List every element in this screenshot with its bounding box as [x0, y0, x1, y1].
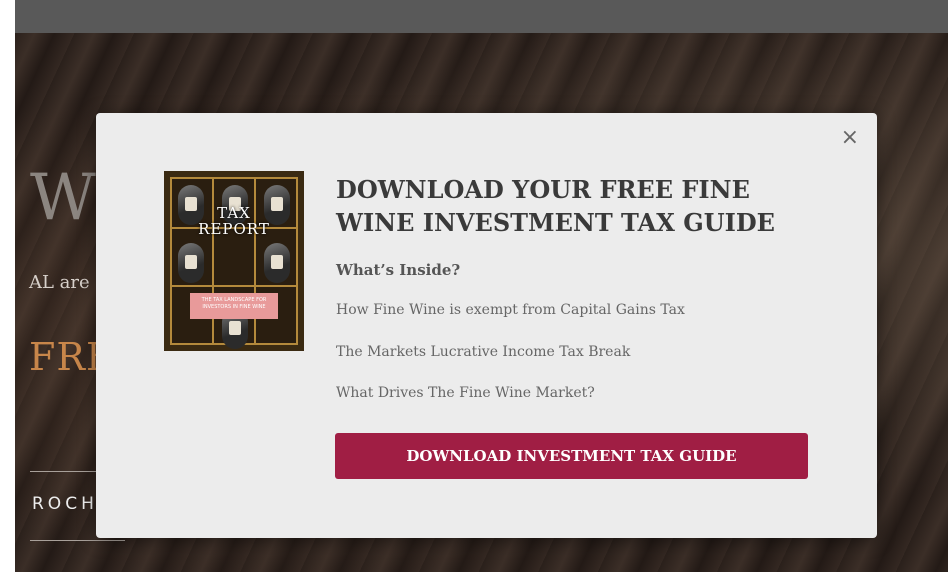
whats-inside-heading: What’s Inside? — [336, 261, 461, 279]
cover-caption: THE TAX LANDSCAPE FOR INVESTORS IN FINE … — [190, 297, 278, 311]
cover-title-line: REPORT — [198, 220, 270, 238]
list-item: The Markets Lucrative Income Tax Break — [336, 344, 631, 360]
list-item: How Fine Wine is exempt from Capital Gai… — [336, 302, 685, 318]
bottle-image — [264, 243, 290, 283]
cover-title-line: TAX — [217, 204, 251, 222]
top-bar — [15, 0, 948, 33]
hero-subtext: AL are — [29, 272, 90, 293]
cover-title: TAX REPORT — [164, 205, 304, 237]
list-item: What Drives The Fine Wine Market? — [336, 385, 595, 401]
hero-heading: W — [30, 161, 97, 235]
page-margin — [0, 0, 15, 572]
bottle-image — [178, 243, 204, 283]
cover-caption-line: THE TAX LANDSCAPE FOR — [201, 297, 267, 303]
cover-caption-band: THE TAX LANDSCAPE FOR INVESTORS IN FINE … — [190, 293, 278, 319]
close-icon[interactable]: × — [841, 127, 859, 149]
tax-report-cover-image: TAX REPORT THE TAX LANDSCAPE FOR INVESTO… — [164, 171, 304, 351]
cover-caption-line: INVESTORS IN FINE WINE — [202, 304, 266, 310]
download-tax-guide-button[interactable]: DOWNLOAD INVESTMENT TAX GUIDE — [335, 433, 808, 479]
tax-guide-modal: × TAX REPORT THE TAX LANDSCAPE FOR INVES… — [96, 113, 877, 538]
modal-title: DOWNLOAD YOUR FREE FINE WINE INVESTMENT … — [336, 175, 775, 237]
